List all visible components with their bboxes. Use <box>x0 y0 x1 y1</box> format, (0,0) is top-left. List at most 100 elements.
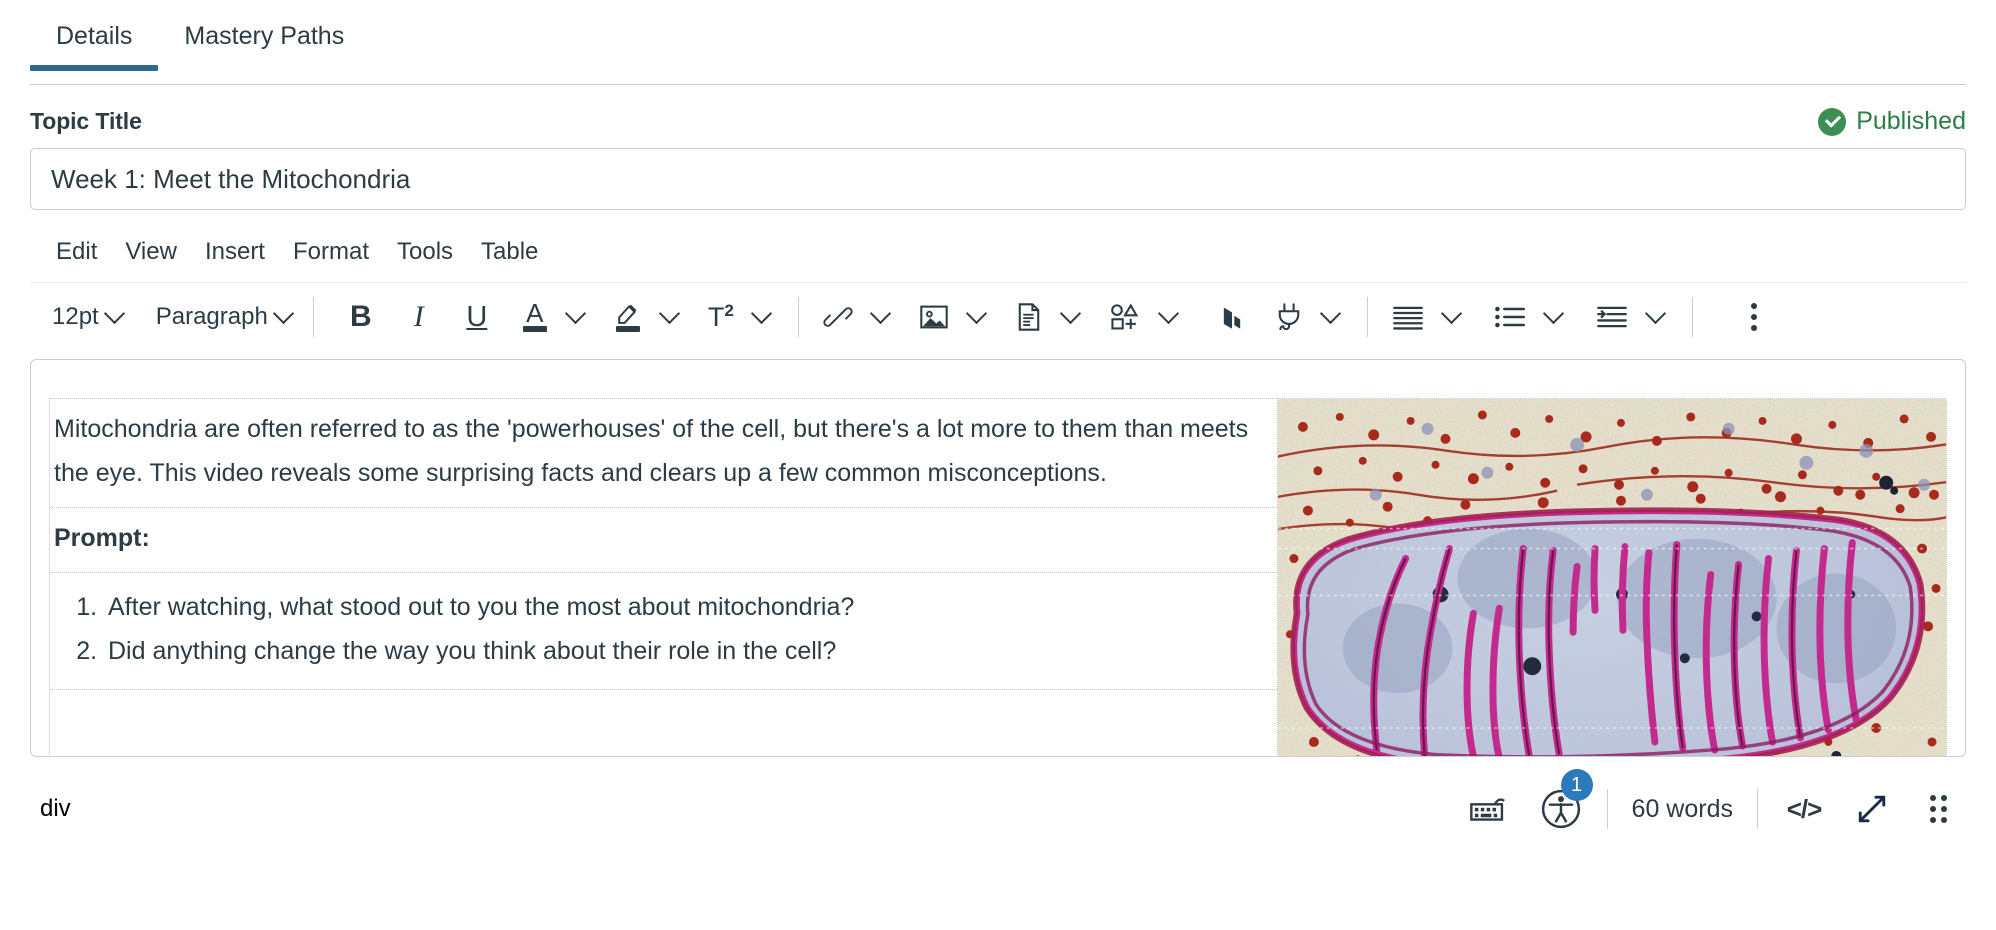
statusbar-divider <box>1757 789 1758 829</box>
underline-button[interactable]: U <box>456 294 498 340</box>
content-image-cell[interactable] <box>1277 398 1947 756</box>
link-button[interactable] <box>815 294 861 340</box>
tab-details[interactable]: Details <box>30 0 159 71</box>
prompt-heading: Prompt: <box>54 524 150 552</box>
question-list: After watching, what stood out to you th… <box>52 579 1275 679</box>
plugin-dropdown[interactable] <box>1311 294 1351 340</box>
menu-format[interactable]: Format <box>279 232 383 272</box>
kebab-icon-dot <box>1750 325 1757 331</box>
chevron-down-icon <box>1060 302 1082 324</box>
drag-handle-icon <box>1929 795 1947 823</box>
italic-button[interactable]: I <box>398 294 440 340</box>
block-format-select[interactable]: Paragraph <box>146 294 297 340</box>
indent-button[interactable] <box>1588 294 1636 340</box>
published-label: Published <box>1856 107 1966 135</box>
highlight-button[interactable] <box>606 294 650 340</box>
tab-bar: Details Mastery Paths <box>0 0 1996 89</box>
align-button[interactable] <box>1384 294 1432 340</box>
keyboard-shortcuts-button[interactable] <box>1461 783 1517 835</box>
superscript-icon: T2 <box>707 301 734 332</box>
bullet-list-icon <box>1494 306 1525 328</box>
superscript-button[interactable]: T2 <box>700 294 742 340</box>
word-count: 60 words <box>1631 794 1733 823</box>
tab-mastery-paths-label: Mastery Paths <box>184 22 345 50</box>
kebab-icon-dot <box>1750 314 1757 320</box>
bold-button[interactable]: B <box>340 294 382 340</box>
content-table: Mitochondria are often referred to as th… <box>49 398 1947 756</box>
align-dropdown[interactable] <box>1432 294 1472 340</box>
tab-mastery-paths[interactable]: Mastery Paths <box>158 0 370 71</box>
text-color-icon: A <box>526 298 544 328</box>
chevron-down-icon <box>1158 302 1180 324</box>
list-item: After watching, what stood out to you th… <box>104 585 1275 629</box>
superscript-dropdown[interactable] <box>742 294 782 340</box>
topic-title-label: Topic Title <box>30 108 142 134</box>
overflow-button[interactable] <box>1733 294 1775 340</box>
accessibility-issue-badge: 1 <box>1560 769 1593 801</box>
indent-dropdown[interactable] <box>1636 294 1676 340</box>
chevron-down-icon <box>870 302 892 324</box>
menu-tools[interactable]: Tools <box>383 232 467 272</box>
image-button[interactable] <box>911 294 957 340</box>
menu-table[interactable]: Table <box>467 232 552 272</box>
highlight-dropdown[interactable] <box>650 294 690 340</box>
html-editor-button[interactable]: </> <box>1776 783 1832 835</box>
font-size-select[interactable]: 12pt <box>42 294 128 340</box>
chevron-down-icon <box>751 302 773 324</box>
chevron-down-icon <box>272 302 294 324</box>
link-icon <box>823 307 853 327</box>
topic-title-input[interactable] <box>30 148 1966 210</box>
editor-toolbar: 12pt Paragraph B I U A T2 <box>30 283 1966 353</box>
indent-icon <box>1596 306 1627 328</box>
accessibility-checker-button[interactable]: 1 <box>1533 769 1593 835</box>
list-item: Did anything change the way you think ab… <box>104 629 1275 673</box>
chevron-down-icon <box>1441 302 1463 324</box>
resize-handle[interactable] <box>1910 783 1966 835</box>
plugin-button[interactable] <box>1267 294 1311 340</box>
menu-edit[interactable]: Edit <box>42 232 111 272</box>
toolbar-divider <box>312 297 314 337</box>
chevron-down-icon <box>565 302 587 324</box>
kebab-icon-dot <box>1750 303 1757 309</box>
menu-insert[interactable]: Insert <box>191 232 279 272</box>
intro-paragraph-row: Mitochondria are often referred to as th… <box>50 399 1277 508</box>
image-dropdown[interactable] <box>957 294 997 340</box>
text-color-dropdown[interactable] <box>556 294 596 340</box>
bullet-list-dropdown[interactable] <box>1534 294 1574 340</box>
media-dropdown[interactable] <box>1149 294 1189 340</box>
chevron-down-icon <box>103 302 125 324</box>
menu-view[interactable]: View <box>111 232 191 272</box>
text-color-button[interactable]: A <box>514 294 556 340</box>
toolbar-divider <box>1366 297 1368 337</box>
plug-icon <box>1278 303 1300 331</box>
media-button[interactable] <box>1101 294 1149 340</box>
check-circle-icon <box>1818 107 1847 136</box>
code-icon: </> <box>1786 793 1823 824</box>
toolbar-divider <box>1691 297 1693 337</box>
fullscreen-button[interactable] <box>1844 783 1900 835</box>
element-path-breadcrumb[interactable]: div <box>30 795 71 823</box>
chevron-down-icon <box>1543 302 1565 324</box>
chevron-down-icon <box>1320 302 1342 324</box>
image-icon <box>920 305 948 329</box>
link-dropdown[interactable] <box>861 294 901 340</box>
document-button[interactable] <box>1007 294 1051 340</box>
chevron-down-icon <box>966 302 988 324</box>
block-format-value: Paragraph <box>155 303 268 330</box>
highlighter-icon <box>618 304 637 324</box>
editor-statusbar: div 1 60 words </> <box>0 757 1996 843</box>
document-dropdown[interactable] <box>1051 294 1091 340</box>
bullet-list-button[interactable] <box>1486 294 1534 340</box>
questions-row: After watching, what stood out to you th… <box>50 573 1277 690</box>
status-badge[interactable]: Published <box>1818 107 1966 136</box>
title-row: Topic Title Published <box>0 89 1996 136</box>
content-text-cell[interactable]: Mitochondria are often referred to as th… <box>49 398 1277 756</box>
lti-apps-button[interactable] <box>1211 294 1253 340</box>
mitochondria-micrograph <box>1278 399 1946 756</box>
prompt-heading-row: Prompt: <box>50 508 1277 573</box>
resize-arrow-icon <box>1858 795 1886 823</box>
underline-icon: U <box>466 300 488 333</box>
rich-text-editor-body[interactable]: Mitochondria are often referred to as th… <box>30 359 1966 757</box>
keyboard-icon <box>1469 798 1505 821</box>
italic-icon: I <box>413 300 424 333</box>
